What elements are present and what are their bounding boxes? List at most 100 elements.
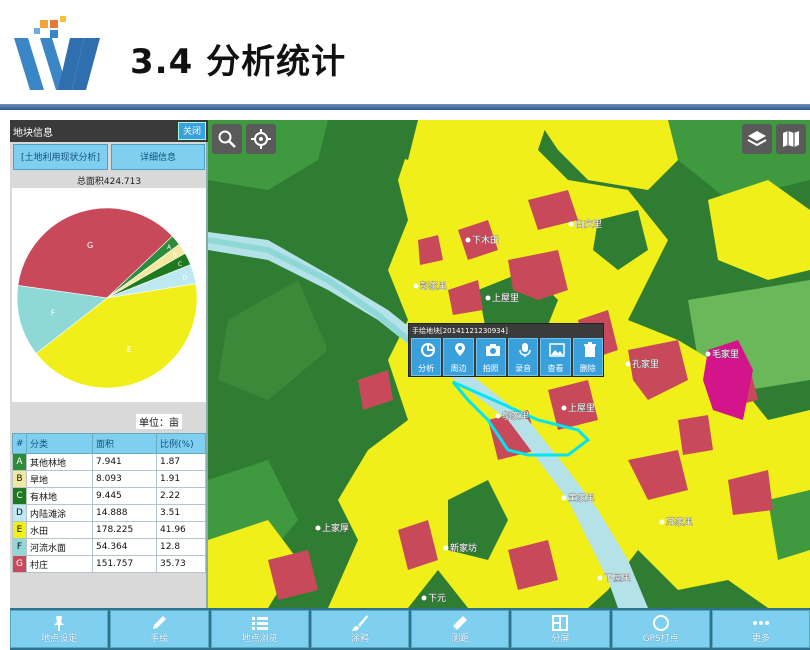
category-percent: 12.8 bbox=[156, 538, 206, 556]
map-view[interactable]: 白庆里 下木田 彭家里 上屋里 邬家里 上屋里 毛家里 孔家里 黄家里 新家坊 … bbox=[208, 120, 810, 608]
pie-chart-svg: G ABCDEF bbox=[16, 207, 198, 389]
category-code: C bbox=[12, 487, 27, 505]
search-button[interactable] bbox=[212, 124, 242, 154]
toolbar-label: 地点浏览 bbox=[241, 634, 278, 644]
microphone-icon bbox=[519, 343, 531, 357]
category-name: 村庄 bbox=[26, 555, 93, 573]
photo-action-label: 拍照 bbox=[482, 364, 499, 373]
category-code: F bbox=[12, 538, 27, 556]
category-area: 178.225 bbox=[92, 521, 157, 539]
table-header: 面积 bbox=[92, 433, 157, 454]
category-area: 7.941 bbox=[92, 453, 157, 471]
table-row[interactable]: B 旱地 8.093 1.91 bbox=[12, 470, 206, 488]
land-use-table: # 分类 面积 比例(%) A 其他林地 7.941 1.87 B 旱地 8.093 1.91… bbox=[12, 433, 206, 573]
brush-icon bbox=[351, 615, 368, 631]
measure-button[interactable]: 测距 bbox=[411, 610, 510, 648]
place-label: 毛家里 bbox=[712, 348, 739, 360]
slide-title: 3.4 分析统计 bbox=[130, 42, 347, 82]
delete-action-label: 删除 bbox=[579, 364, 596, 373]
category-area: 14.888 bbox=[92, 504, 157, 522]
parcel-info-panel: 地块信息 关闭 [土地利用现状分析] 详细信息 总面积424.713 GABCD… bbox=[10, 120, 208, 608]
split-screen-button[interactable]: 分屏 bbox=[511, 610, 610, 648]
analyze-icon bbox=[421, 343, 435, 357]
pie-slice-label: E bbox=[127, 345, 132, 354]
nearby-action[interactable]: 周边 bbox=[443, 338, 474, 376]
record-action[interactable]: 录音 bbox=[507, 338, 539, 376]
table-row[interactable]: D 内陆滩涂 14.888 3.51 bbox=[12, 504, 206, 522]
place-label: 上屋里 bbox=[568, 403, 595, 414]
total-area: 总面积424.713 bbox=[76, 177, 142, 187]
trash-icon bbox=[583, 342, 596, 357]
pie-chart: GABCDEF bbox=[12, 188, 206, 402]
bottom-toolbar: 地点设定 手绘 地点浏览 涂鸦 测距 分屏 GPS打点 更多 bbox=[10, 608, 810, 650]
category-name: 水田 bbox=[26, 521, 93, 539]
table-row[interactable]: G 村庄 151.757 35.73 bbox=[12, 555, 206, 573]
search-icon bbox=[218, 130, 236, 148]
panel-title: 地块信息 bbox=[13, 128, 53, 139]
pin-icon bbox=[455, 343, 466, 356]
pie-slice-label: G bbox=[87, 241, 93, 250]
place-label: 白庆里 bbox=[575, 218, 602, 230]
doodle-button[interactable]: 涂鸦 bbox=[310, 610, 409, 648]
delete-action[interactable]: 删除 bbox=[572, 338, 603, 376]
photo-action[interactable]: 拍照 bbox=[475, 338, 506, 376]
hand-draw-button[interactable]: 手绘 bbox=[110, 610, 209, 648]
slide: 3.4 分析统计 白庆里 下木田 彭家里 上屋里 邬家里 上屋里 毛家里 孔家里… bbox=[0, 0, 810, 650]
category-code: D bbox=[12, 504, 27, 522]
list-icon bbox=[251, 617, 268, 630]
place-label: 邬家里 bbox=[502, 410, 529, 422]
table-body: A 其他林地 7.941 1.87 B 旱地 8.093 1.91 C 有林地 9.445 2.22 D… bbox=[12, 453, 206, 573]
record-action-label: 录音 bbox=[515, 364, 532, 373]
set-location-button[interactable]: 地点设定 bbox=[10, 610, 109, 648]
basemap-button[interactable] bbox=[776, 124, 806, 154]
close-button[interactable]: 关闭 bbox=[178, 122, 206, 140]
category-percent: 1.87 bbox=[156, 453, 206, 471]
gps-icon bbox=[652, 615, 669, 631]
browse-locations-button[interactable]: 地点浏览 bbox=[210, 610, 309, 648]
gis-app: 白庆里 下木田 彭家里 上屋里 邬家里 上屋里 毛家里 孔家里 黄家里 新家坊 … bbox=[10, 120, 810, 650]
toolbar-label: 地点设定 bbox=[41, 634, 78, 644]
brand-logo bbox=[14, 16, 100, 90]
popup-title: 手绘地块[20141121230934] bbox=[412, 327, 508, 335]
category-percent: 1.91 bbox=[156, 470, 206, 488]
category-name: 其他林地 bbox=[26, 453, 93, 471]
place-label: 新家坊 bbox=[450, 542, 477, 554]
locate-button[interactable] bbox=[246, 124, 276, 154]
table-header: 分类 bbox=[26, 433, 93, 454]
pie-slice-label: C bbox=[178, 261, 182, 268]
table-row[interactable]: E 水田 178.225 41.96 bbox=[12, 521, 206, 539]
analyze-action[interactable]: 分析 bbox=[411, 338, 442, 376]
table-row[interactable]: F 河流水面 54.364 12.8 bbox=[12, 538, 206, 556]
toolbar-label: 更多 bbox=[751, 634, 770, 644]
category-name: 有林地 bbox=[26, 487, 93, 505]
toolbar-label: 手绘 bbox=[150, 634, 169, 644]
view-action[interactable]: 查看 bbox=[540, 338, 571, 376]
category-area: 8.093 bbox=[92, 470, 157, 488]
header-divider bbox=[0, 104, 810, 110]
layers-button[interactable] bbox=[742, 124, 772, 154]
pie-slice-label: D bbox=[183, 274, 188, 281]
nearby-action-label: 周边 bbox=[450, 364, 467, 373]
table-row[interactable]: C 有林地 9.445 2.22 bbox=[12, 487, 206, 505]
panel-titlebar: 地块信息 关闭 bbox=[10, 120, 208, 142]
place-label: 下木田 bbox=[472, 234, 499, 246]
category-area: 9.445 bbox=[92, 487, 157, 505]
toolbar-label: GPS打点 bbox=[642, 634, 679, 644]
table-header: # bbox=[12, 433, 27, 454]
category-code: G bbox=[12, 555, 27, 573]
more-button[interactable]: 更多 bbox=[711, 610, 810, 648]
category-area: 151.757 bbox=[92, 555, 157, 573]
place-label: 苏家里 bbox=[666, 516, 693, 528]
toolbar-label: 分屏 bbox=[551, 634, 570, 644]
category-percent: 2.22 bbox=[156, 487, 206, 505]
place-label: 上屋里 bbox=[492, 293, 519, 304]
place-label: 彭家里 bbox=[420, 280, 447, 292]
details-button[interactable]: 详细信息 bbox=[111, 144, 205, 170]
more-icon bbox=[752, 621, 769, 625]
place-label: 下元 bbox=[428, 594, 446, 604]
land-use-analysis-button[interactable]: [土地利用现状分析] bbox=[13, 144, 108, 170]
toolbar-label: 涂鸦 bbox=[350, 634, 369, 644]
table-row[interactable]: A 其他林地 7.941 1.87 bbox=[12, 453, 206, 471]
table-header: 比例(%) bbox=[156, 433, 206, 454]
gps-point-button[interactable]: GPS打点 bbox=[611, 610, 710, 648]
